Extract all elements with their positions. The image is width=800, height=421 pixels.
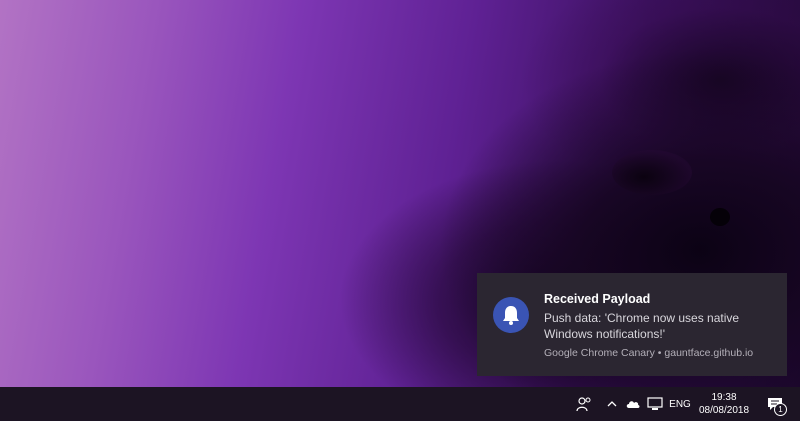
bell-icon: [493, 297, 529, 333]
system-clock[interactable]: 19:38 08/08/2018: [692, 390, 756, 418]
onedrive-cloud-icon[interactable]: [624, 395, 642, 413]
network-icon[interactable]: [645, 395, 665, 413]
notification-toast[interactable]: Received Payload Push data: 'Chrome now …: [477, 273, 787, 376]
wallpaper-dot: [710, 208, 730, 226]
wallpaper-swirl: [612, 150, 692, 195]
notification-source: Google Chrome Canary • gauntface.github.…: [544, 347, 754, 359]
notification-body: Push data: 'Chrome now uses native Windo…: [544, 311, 740, 341]
people-icon[interactable]: [573, 394, 595, 414]
clock-time: 19:38: [711, 392, 737, 403]
chevron-up-icon[interactable]: [604, 395, 620, 413]
notification-title: Received Payload: [544, 292, 651, 306]
clock-date: 08/08/2018: [698, 405, 750, 416]
taskbar: ENG 19:38 08/08/2018: [0, 387, 800, 421]
language-indicator[interactable]: ENG: [668, 396, 692, 412]
notification-count-badge: 1: [774, 403, 787, 416]
